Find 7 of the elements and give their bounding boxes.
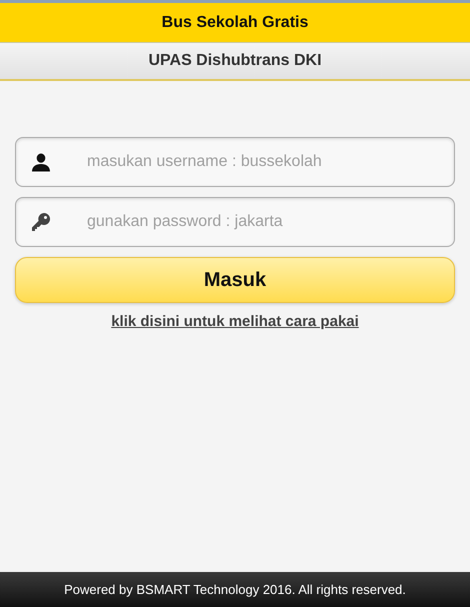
footer-text: Powered by BSMART Technology 2016. All rights reserved. xyxy=(64,582,406,597)
input-field[interactable]: masukan username : bussekolah xyxy=(15,137,455,187)
app-title: Bus Sekolah Gratis xyxy=(162,14,308,32)
input-field[interactable]: gunakan password : jakarta xyxy=(15,197,455,247)
help-link[interactable]: klik disini untuk melihat cara pakai xyxy=(111,313,359,330)
subheader-title: UPAS Dishubtrans DKI xyxy=(148,52,322,70)
login-button[interactable]: Masuk xyxy=(15,257,455,303)
